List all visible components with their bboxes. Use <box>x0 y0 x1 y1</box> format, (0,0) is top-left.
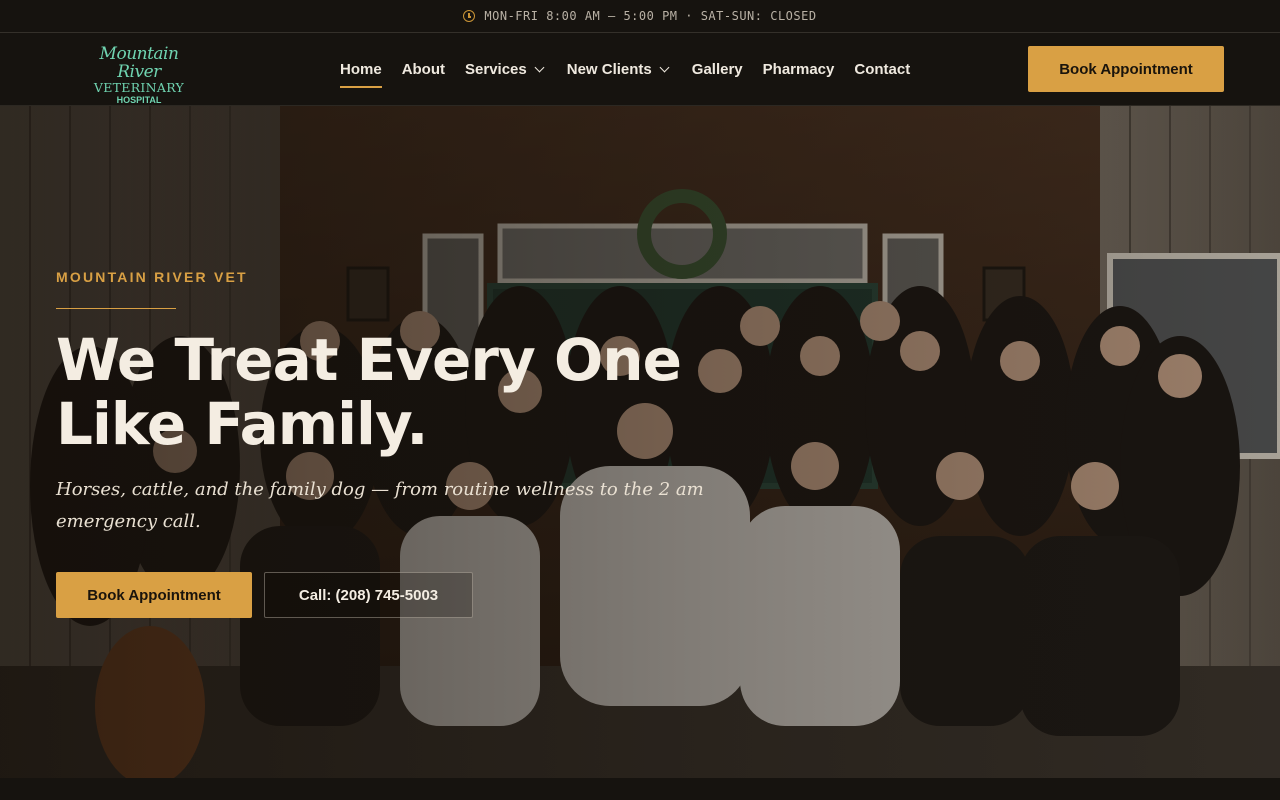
nav-new-clients[interactable]: New Clients <box>567 58 672 82</box>
logo-line-1: Mountain River <box>99 44 179 82</box>
nav-services[interactable]: Services <box>465 58 547 82</box>
logo-line-2: VETERINARY <box>93 80 185 95</box>
site-logo[interactable]: Mountain River VETERINARY HOSPITAL <box>84 44 194 105</box>
nav-gallery-label: Gallery <box>691 61 743 78</box>
hours-bar: MON-FRI 8:00 AM – 5:00 PM · SAT-SUN: CLO… <box>0 0 1280 33</box>
nav-services-label: Services <box>465 61 527 78</box>
logo-line-3: HOSPITAL <box>116 95 162 105</box>
nav-gallery[interactable]: Gallery <box>692 58 743 82</box>
nav-about-label: About <box>401 61 446 78</box>
chevron-down-icon <box>534 62 545 73</box>
eyebrow-divider <box>56 308 176 309</box>
nav-pharmacy[interactable]: Pharmacy <box>763 58 835 82</box>
nav-home[interactable]: Home <box>340 58 382 88</box>
business-hours: MON-FRI 8:00 AM – 5:00 PM · SAT-SUN: CLO… <box>484 9 817 23</box>
book-appointment-button[interactable]: Book Appointment <box>1028 46 1224 92</box>
site-header: Mountain River VETERINARY HOSPITAL Home … <box>0 33 1280 106</box>
hero-headline: We Treat Every One Like Family. <box>56 326 682 458</box>
clock-icon <box>463 10 476 22</box>
hero-subheadline: Horses, cattle, and the family dog — fro… <box>56 479 704 532</box>
chevron-down-icon <box>659 62 670 73</box>
section-divider-band <box>0 778 1280 800</box>
nav-pharmacy-label: Pharmacy <box>762 61 835 78</box>
nav-about[interactable]: About <box>402 58 445 82</box>
hero-book-appointment-button[interactable]: Book Appointment <box>56 572 252 618</box>
nav-contact-label: Contact <box>854 61 911 78</box>
hero-section: MOUNTAIN RIVER VET We Treat Every One Li… <box>0 106 1280 778</box>
call-phone-button[interactable]: Call: (208) 745-5003 <box>264 572 473 618</box>
main-nav: Home About Services New Clients Gallery … <box>340 33 910 106</box>
nav-new-clients-label: New Clients <box>566 61 652 78</box>
nav-contact[interactable]: Contact <box>854 58 910 82</box>
hero-eyebrow: MOUNTAIN RIVER VET <box>56 269 248 285</box>
nav-home-label: Home <box>340 61 382 78</box>
